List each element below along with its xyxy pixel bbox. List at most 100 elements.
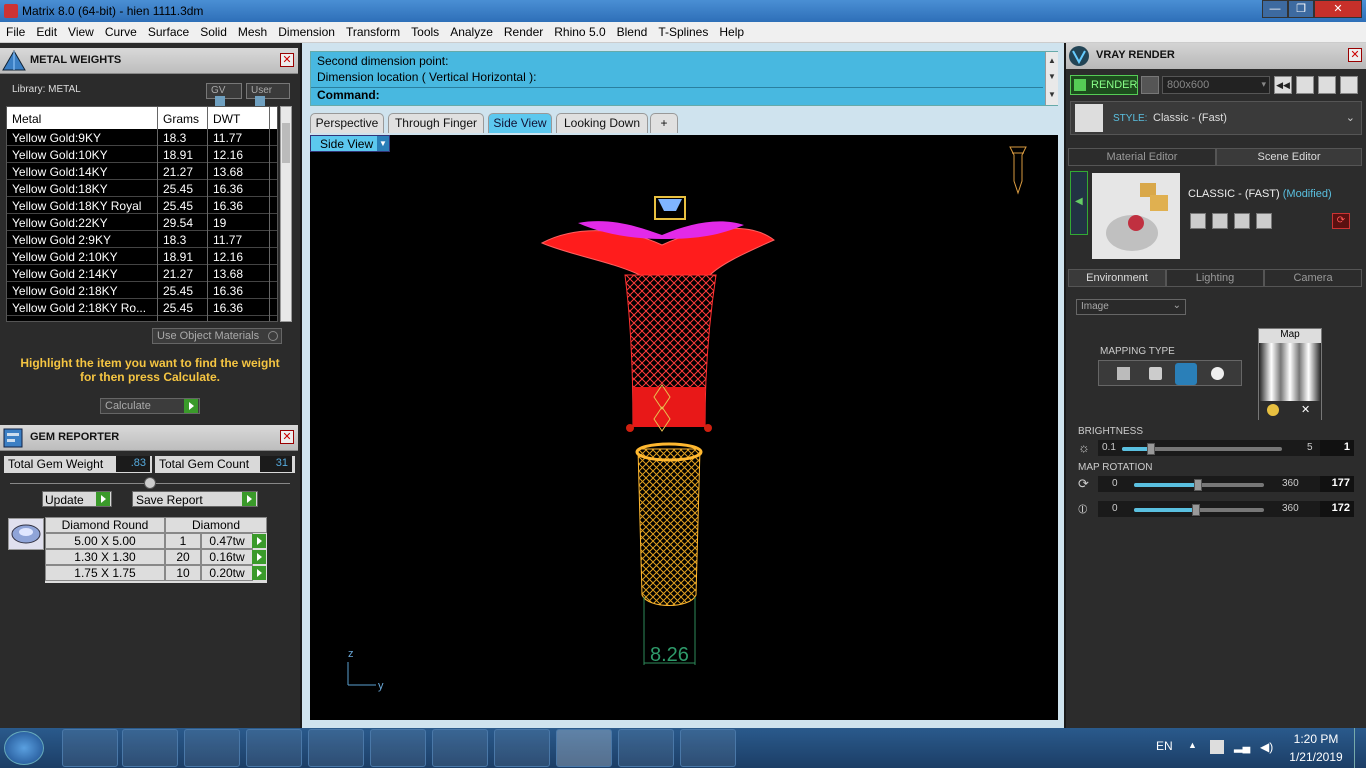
ie-icon[interactable] bbox=[62, 729, 118, 767]
paint-icon[interactable] bbox=[680, 729, 736, 767]
tab-material-editor[interactable]: Material Editor bbox=[1068, 148, 1216, 166]
col-dwt[interactable]: DWT bbox=[213, 112, 240, 126]
rotation-value-1[interactable]: 177 bbox=[1320, 476, 1354, 492]
tab-scene-editor[interactable]: Scene Editor bbox=[1216, 148, 1362, 166]
menu-dimension[interactable]: Dimension bbox=[272, 22, 340, 39]
table-row[interactable]: Yellow Gold:9KY 18.3 11.77 bbox=[7, 129, 277, 146]
matrix-app-icon[interactable] bbox=[556, 729, 612, 767]
tab-camera[interactable]: Camera bbox=[1264, 269, 1362, 287]
menu-file[interactable]: File bbox=[0, 22, 30, 39]
table-row[interactable]: Yellow Gold:18KY Royal 25.45 16.36 bbox=[7, 197, 277, 214]
menu-analyze[interactable]: Analyze bbox=[444, 22, 498, 39]
menu-curve[interactable]: Curve bbox=[99, 22, 142, 39]
scroll-thumb[interactable] bbox=[282, 123, 290, 163]
spherical-mapping-icon[interactable] bbox=[1175, 363, 1197, 385]
save-icon[interactable] bbox=[1190, 213, 1206, 229]
menu-blend[interactable]: Blend bbox=[611, 22, 653, 39]
maximize-button[interactable]: ❐ bbox=[1288, 0, 1314, 18]
scroll-down-icon[interactable]: ▼ bbox=[1048, 72, 1056, 81]
resolution-select[interactable]: 800x600 ▾ bbox=[1162, 76, 1270, 94]
brightness-value[interactable]: 1 bbox=[1320, 440, 1354, 456]
table-row[interactable]: Yellow Gold:22KY 29.54 19 bbox=[7, 214, 277, 231]
environment-select[interactable]: Image ⌄ bbox=[1076, 299, 1186, 315]
settings-icon[interactable] bbox=[1296, 76, 1314, 94]
menu-tools[interactable]: Tools bbox=[405, 22, 444, 39]
refresh-icon[interactable]: ⟳ bbox=[1332, 213, 1350, 229]
menu-help[interactable]: Help bbox=[713, 22, 749, 39]
chrome-icon[interactable] bbox=[370, 729, 426, 767]
control-panel-icon[interactable] bbox=[618, 729, 674, 767]
menu-solid[interactable]: Solid bbox=[194, 22, 232, 39]
tab-perspective[interactable]: Perspective bbox=[310, 113, 384, 133]
diamond-round-thumbnail[interactable] bbox=[8, 518, 44, 550]
col-metal[interactable]: Metal bbox=[12, 112, 41, 126]
update-button[interactable]: Update bbox=[42, 491, 112, 507]
table-row[interactable]: Yellow Gold:18KY 25.45 16.36 bbox=[7, 180, 277, 197]
planar-mapping-icon[interactable] bbox=[1117, 367, 1130, 380]
notes-icon[interactable] bbox=[494, 729, 550, 767]
clock-date[interactable]: 1/21/2019 bbox=[1286, 750, 1346, 764]
brightness-slider[interactable] bbox=[1122, 443, 1282, 455]
col-grams[interactable]: Grams bbox=[163, 112, 199, 126]
export-icon[interactable] bbox=[1234, 213, 1250, 229]
table-row[interactable]: Yellow Gold:10KY 18.91 12.16 bbox=[7, 146, 277, 163]
menu-transform[interactable]: Transform bbox=[340, 22, 405, 39]
use-object-materials-checkbox[interactable]: Use Object Materials bbox=[152, 328, 282, 344]
table-row[interactable]: Yellow Gold 2:10KY 18.91 12.16 bbox=[7, 248, 277, 265]
table-row[interactable]: Yellow Gold:14KY 21.27 13.68 bbox=[7, 163, 277, 180]
style-select[interactable]: STYLE: Classic - (Fast) ⌄ bbox=[1070, 101, 1362, 135]
menu-surface[interactable]: Surface bbox=[142, 22, 194, 39]
viber-icon[interactable] bbox=[308, 729, 364, 767]
garena-icon[interactable] bbox=[246, 729, 302, 767]
gv-toggle[interactable]: GV bbox=[206, 83, 242, 106]
grid-icon[interactable] bbox=[1340, 76, 1358, 94]
play-icon[interactable] bbox=[252, 534, 266, 548]
menu-tsplines[interactable]: T-Splines bbox=[652, 22, 713, 39]
tab-side-view[interactable]: Side View bbox=[488, 113, 552, 133]
rewind-icon[interactable]: ◀◀ bbox=[1274, 76, 1292, 94]
rotation-thumb-2[interactable] bbox=[1192, 504, 1201, 516]
language-indicator[interactable]: EN bbox=[1156, 739, 1173, 753]
close-button[interactable]: ✕ bbox=[1314, 0, 1362, 18]
collapse-handle[interactable]: ◀ bbox=[1070, 171, 1088, 235]
command-prompt[interactable]: Command: bbox=[311, 87, 1043, 105]
metal-scrollbar[interactable] bbox=[280, 106, 292, 322]
volume-icon[interactable]: ◀) bbox=[1260, 740, 1274, 754]
tab-environment[interactable]: Environment bbox=[1068, 269, 1166, 287]
splitter-handle-icon[interactable] bbox=[144, 477, 156, 489]
rotation-slider-2[interactable] bbox=[1134, 504, 1264, 516]
close-icon[interactable]: ✕ bbox=[280, 53, 294, 67]
close-icon[interactable]: ✕ bbox=[280, 430, 294, 444]
clock-time[interactable]: 1:20 PM bbox=[1286, 732, 1346, 746]
render-button[interactable]: RENDER bbox=[1070, 75, 1138, 95]
calculate-button[interactable]: Calculate bbox=[100, 398, 200, 414]
menu-edit[interactable]: Edit bbox=[30, 22, 62, 39]
tab-lighting[interactable]: Lighting bbox=[1166, 269, 1264, 287]
globe-icon[interactable] bbox=[1141, 76, 1159, 94]
rotation-thumb-1[interactable] bbox=[1193, 479, 1202, 491]
user-toggle[interactable]: User bbox=[246, 83, 290, 106]
table-row[interactable]: Yellow Gold 2:14KY 21.27 13.68 bbox=[7, 265, 277, 282]
box-mapping-icon[interactable] bbox=[1149, 367, 1162, 380]
color-picker-icon[interactable] bbox=[1267, 404, 1279, 416]
minimize-button[interactable]: — bbox=[1262, 0, 1288, 18]
dome-mapping-icon[interactable] bbox=[1211, 367, 1224, 380]
save-report-button[interactable]: Save Report bbox=[132, 491, 258, 507]
rotation-slider-1[interactable] bbox=[1134, 479, 1264, 491]
table-row[interactable]: Yellow Gold 2:9KY 18.3 11.77 bbox=[7, 231, 277, 248]
save-as-icon[interactable] bbox=[1212, 213, 1228, 229]
scroll-up-icon[interactable]: ▲ bbox=[1048, 56, 1056, 65]
start-button[interactable] bbox=[4, 731, 44, 765]
table-row[interactable]: Yellow Gold 2:18KY Ro... 25.45 16.36 bbox=[7, 299, 277, 316]
network-icon[interactable]: ▂▄ bbox=[1234, 740, 1250, 754]
tab-through-finger[interactable]: Through Finger bbox=[388, 113, 484, 133]
close-icon[interactable]: ✕ bbox=[1348, 48, 1362, 62]
map-thumbnail[interactable]: Map ✕ bbox=[1258, 328, 1322, 421]
menu-mesh[interactable]: Mesh bbox=[232, 22, 272, 39]
media-icon[interactable] bbox=[184, 729, 240, 767]
show-desktop-button[interactable] bbox=[1354, 728, 1366, 768]
tab-looking-down[interactable]: Looking Down bbox=[556, 113, 648, 133]
expand-icon[interactable]: ▼ bbox=[1048, 90, 1056, 99]
menu-render[interactable]: Render bbox=[498, 22, 548, 39]
brightness-thumb[interactable] bbox=[1146, 443, 1155, 455]
